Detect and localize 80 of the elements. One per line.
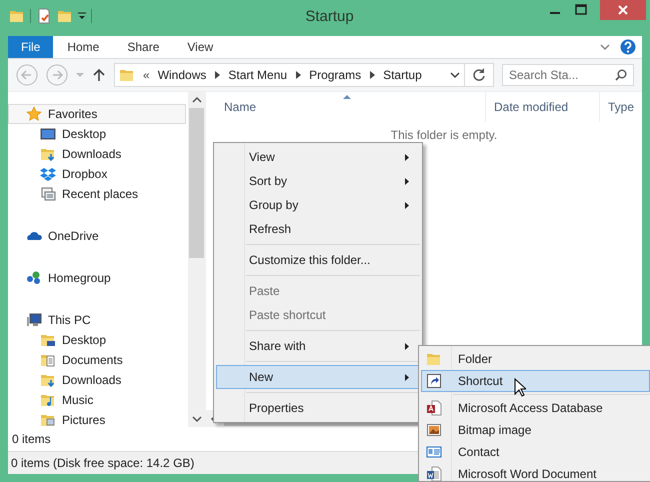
navigation-item[interactable]: Desktop <box>8 124 186 144</box>
image-document-icon <box>426 422 442 438</box>
navigation-item[interactable]: Documents <box>8 350 186 370</box>
navigation-item[interactable]: Downloads <box>8 144 186 164</box>
navigation-item[interactable]: Favorites <box>8 104 186 124</box>
chevron-down-icon <box>450 70 460 80</box>
dropdown-icon[interactable] <box>78 12 86 20</box>
navigation-item[interactable]: Dropbox <box>8 164 186 184</box>
close-icon[interactable] <box>600 0 646 20</box>
navigation-item[interactable]: OneDrive <box>8 226 186 246</box>
navigation-item[interactable]: Pictures <box>8 410 186 430</box>
submenu-arrow-icon <box>405 178 409 184</box>
menu-item[interactable]: Shortcut <box>421 370 650 392</box>
submenu-arrow-icon <box>405 202 409 208</box>
scrollbar-thumb[interactable] <box>189 108 204 258</box>
menu-item[interactable]: View <box>216 145 420 169</box>
breadcrumb[interactable]: Start Menu <box>228 68 288 82</box>
menu-item[interactable]: Bitmap image <box>421 419 650 441</box>
breadcrumb[interactable]: Programs <box>309 68 362 82</box>
breadcrumb[interactable]: Startup <box>383 68 422 82</box>
menu-item[interactable]: Microsoft Access Database <box>421 397 650 419</box>
folder-icon <box>40 332 56 348</box>
window-title: Startup <box>304 7 355 25</box>
contact-card-icon <box>426 444 442 460</box>
submenu-arrow-icon <box>405 374 409 380</box>
navigation-item[interactable]: Music <box>8 390 186 410</box>
item-count: 0 items <box>12 432 51 446</box>
column-header[interactable]: Date modified <box>486 92 600 122</box>
document-check-icon[interactable] <box>36 8 52 24</box>
folder-download-icon <box>40 146 56 162</box>
file-tab[interactable]: File <box>8 36 54 58</box>
menu-item[interactable]: Customize this folder... <box>216 248 420 272</box>
computer-icon <box>26 312 42 328</box>
star-icon <box>26 106 42 122</box>
folder-icon <box>426 351 442 367</box>
folder-picture-icon <box>40 412 56 428</box>
menu-item[interactable]: Refresh <box>216 217 420 241</box>
sort-arrow-icon <box>342 94 350 99</box>
menu-item[interactable]: Share with <box>216 334 420 358</box>
recent-places-icon <box>40 186 56 202</box>
up-arrow-icon[interactable] <box>92 68 106 82</box>
help-icon[interactable] <box>620 39 636 55</box>
menu-item[interactable]: Contact <box>421 441 650 463</box>
column-header[interactable]: Name <box>224 92 486 122</box>
folder-document-icon <box>40 352 56 368</box>
menu-item[interactable]: Properties <box>216 396 420 420</box>
menu-item[interactable]: Microsoft Word Document <box>421 463 650 482</box>
navigation-item[interactable]: Recent places <box>8 184 186 204</box>
monitor-icon <box>40 126 56 142</box>
chevron-down-icon[interactable] <box>600 42 610 52</box>
empty-folder-message: This folder is empty. <box>390 128 498 142</box>
navigation-item[interactable]: This PC <box>8 310 186 330</box>
database-document-icon <box>426 400 442 416</box>
folder-download-icon <box>40 372 56 388</box>
dropbox-icon <box>40 166 56 182</box>
chevron-right-icon <box>214 71 220 79</box>
chevron-right-icon <box>295 71 302 79</box>
breadcrumb[interactable]: Windows <box>158 68 206 82</box>
column-header[interactable]: Type <box>600 92 634 122</box>
address-bar[interactable]: « Windows Start Menu Programs Startup <box>114 63 465 87</box>
submenu-arrow-icon <box>405 342 409 350</box>
submenu-arrow-icon <box>405 154 409 160</box>
status-text: 0 items (Disk free space: 14.2 GB) <box>11 456 194 470</box>
homegroup-icon <box>26 270 42 286</box>
folder-icon <box>119 67 135 83</box>
folder-music-icon <box>40 392 56 408</box>
shortcut-icon <box>426 373 442 389</box>
navigation-item[interactable]: Desktop <box>8 330 186 350</box>
overflow-chevron[interactable]: « <box>143 68 150 82</box>
refresh-icon[interactable] <box>464 63 494 87</box>
navigation-item[interactable]: Homegroup <box>8 268 186 288</box>
menu-item[interactable]: Folder <box>421 348 650 370</box>
search-icon <box>615 69 627 81</box>
menu-item[interactable]: New <box>216 365 420 389</box>
search-field[interactable]: Search Sta... <box>502 64 634 86</box>
chevron-right-icon <box>369 71 376 79</box>
menu-item[interactable]: Group by <box>216 193 420 217</box>
mouse-pointer-icon <box>514 378 526 397</box>
menu-item[interactable]: Sort by <box>216 169 420 193</box>
navigation-item[interactable]: Downloads <box>8 370 186 390</box>
